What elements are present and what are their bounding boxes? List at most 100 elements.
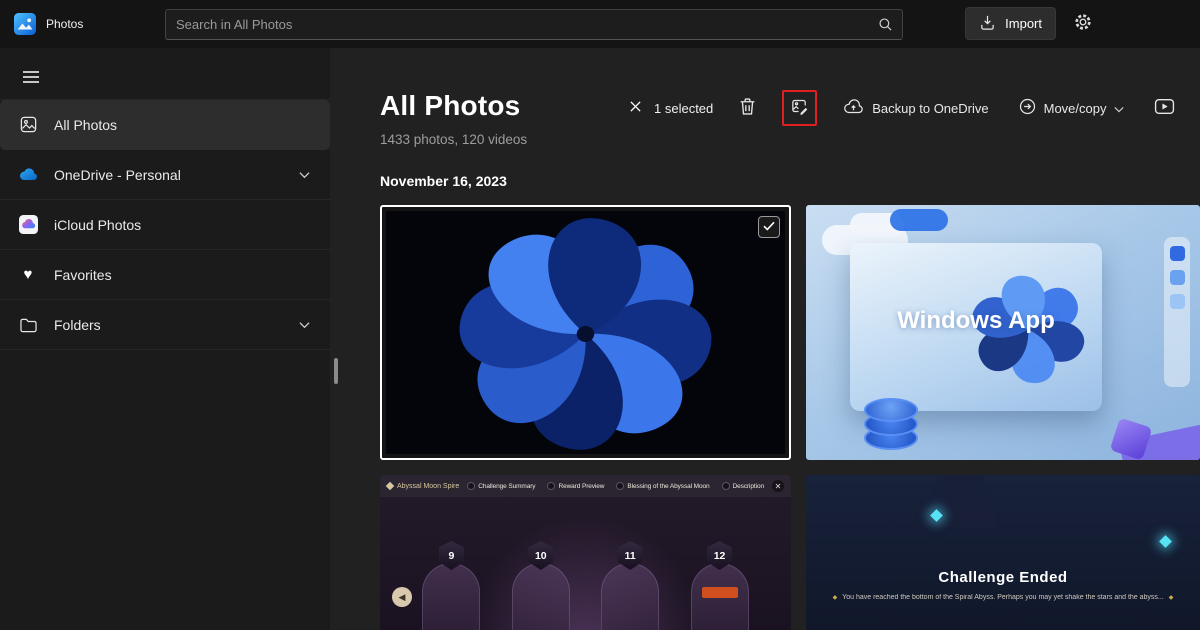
sidebar-item-label: All Photos	[54, 117, 117, 133]
orange-badge	[702, 587, 738, 598]
delete-button[interactable]	[735, 93, 760, 123]
sidebar-item-all-photos[interactable]: All Photos	[0, 100, 330, 150]
abyss-tab-label: Blessing of the Abyssal Moon	[627, 483, 709, 490]
selection-toolbar: 1 selected	[625, 90, 1200, 126]
floating-app-icons	[1164, 237, 1190, 387]
abyss-tab: Description	[722, 482, 764, 490]
floor-arch	[601, 563, 659, 630]
backup-onedrive-button[interactable]: Backup to OneDrive	[839, 95, 992, 122]
chevron-down-icon[interactable]	[299, 321, 310, 329]
abyss-title-label: Abyssal Moon Spire	[397, 483, 459, 490]
floor-arch	[422, 563, 480, 630]
abyss-floors: 9 10 11	[380, 541, 791, 630]
glowing-diamond-icon	[1159, 535, 1172, 548]
settings-button[interactable]	[1070, 9, 1096, 38]
selected-count-label: 1 selected	[654, 101, 713, 116]
coin-stack	[864, 398, 918, 422]
back-arrow-icon: ◀	[392, 587, 412, 607]
abyss-floor: 12	[688, 541, 752, 630]
main-header: All Photos 1433 photos, 120 videos 1 sel…	[330, 48, 1200, 147]
all-photos-icon	[18, 115, 38, 135]
floor-arch	[512, 563, 570, 630]
sidebar-item-onedrive[interactable]: OneDrive - Personal	[0, 150, 330, 200]
edit-image-icon	[790, 97, 809, 119]
abyss-tabs: Challenge Summary Reward Preview Blessin…	[467, 482, 764, 490]
abyss-floor: 10	[509, 541, 573, 630]
backup-label: Backup to OneDrive	[872, 101, 988, 116]
sidebar-item-label: Folders	[54, 317, 101, 333]
app-icon	[1170, 270, 1185, 285]
ornament-icon: ◆	[833, 595, 838, 601]
search-box[interactable]	[165, 9, 903, 40]
app-icon	[1170, 246, 1185, 261]
close-icon	[629, 100, 642, 116]
move-copy-button[interactable]: Move/copy	[1015, 94, 1129, 122]
abyss-tab-label: Description	[733, 483, 764, 490]
challenge-ended-description: ◆You have reached the bottom of the Spir…	[822, 594, 1184, 601]
photo-tile-abyss-screenshot[interactable]: Abyssal Moon Spire Challenge Summary Rew…	[380, 475, 791, 630]
abyss-tab: Challenge Summary	[467, 482, 535, 490]
title-bar: Photos Import	[0, 0, 1200, 48]
sidebar-item-icloud[interactable]: iCloud Photos	[0, 200, 330, 250]
heart-icon: ♥	[18, 265, 38, 285]
slideshow-icon	[1154, 98, 1175, 118]
photos-app-icon	[14, 13, 36, 35]
onedrive-icon	[18, 165, 38, 185]
edit-image-button[interactable]	[788, 95, 811, 121]
tower-silhouette	[901, 475, 1021, 527]
checkmark-icon	[763, 218, 775, 236]
ornament-icon: ◆	[1169, 595, 1174, 601]
tablet-screen: Windows App	[850, 243, 1102, 411]
abyss-tab: Blessing of the Abyssal Moon	[616, 482, 709, 490]
date-group-header: November 16, 2023	[380, 173, 1200, 189]
import-label: Import	[1005, 16, 1042, 31]
page-title: All Photos	[380, 90, 625, 122]
move-copy-label: Move/copy	[1044, 101, 1107, 116]
trash-icon	[739, 97, 756, 119]
abyss-tab: Reward Preview	[547, 482, 604, 490]
sidebar-nav-list: All Photos OneDrive - Personal	[0, 99, 330, 350]
slideshow-button[interactable]	[1150, 94, 1179, 122]
chevron-down-icon[interactable]	[299, 171, 310, 179]
main-content: All Photos 1433 photos, 120 videos 1 sel…	[330, 48, 1200, 630]
photo-thumbnail: Windows App	[806, 205, 1200, 460]
photo-tile-challenge-ended[interactable]: Challenge Ended ◆You have reached the bo…	[806, 475, 1200, 630]
import-button[interactable]: Import	[965, 7, 1056, 40]
hamburger-menu-button[interactable]	[16, 64, 46, 93]
abyss-floor: 11	[598, 541, 662, 630]
search-input[interactable]	[166, 10, 868, 39]
photo-thumbnail	[386, 211, 785, 454]
app-title: Photos	[46, 17, 83, 31]
import-icon	[979, 14, 996, 34]
sidebar-resize-handle[interactable]	[334, 358, 338, 384]
sidebar: All Photos OneDrive - Personal	[0, 48, 330, 630]
folder-icon	[18, 315, 38, 335]
photo-thumbnail: Challenge Ended ◆You have reached the bo…	[806, 475, 1200, 630]
title-block: All Photos 1433 photos, 120 videos	[380, 90, 625, 147]
close-icon: ✕	[772, 480, 784, 492]
selection-group: 1 selected	[625, 96, 713, 120]
diamond-icon	[386, 482, 394, 490]
sidebar-item-folders[interactable]: Folders	[0, 300, 330, 350]
sidebar-item-label: Favorites	[54, 267, 112, 283]
photos-app-window: Photos Import	[0, 0, 1200, 630]
photo-grid: Windows App	[380, 205, 1200, 630]
app-logo-area: Photos	[14, 0, 83, 48]
photo-tile-windows-app[interactable]: Windows App	[806, 205, 1200, 460]
search-icon[interactable]	[868, 17, 902, 32]
tab-dot-icon	[467, 482, 475, 490]
abyss-tab-label: Reward Preview	[558, 483, 604, 490]
gear-icon	[1074, 13, 1092, 34]
selected-checkbox[interactable]	[758, 216, 780, 238]
clear-selection-button[interactable]	[625, 96, 646, 120]
sidebar-item-favorites[interactable]: ♥ Favorites	[0, 250, 330, 300]
icloud-icon	[18, 215, 38, 235]
cloud-backup-icon	[843, 99, 864, 118]
topbar-actions: Import	[965, 7, 1096, 40]
tab-dot-icon	[722, 482, 730, 490]
abyss-tab-label: Challenge Summary	[478, 483, 535, 490]
abyss-title-group: Abyssal Moon Spire	[387, 483, 459, 490]
photo-tile-windows-bloom[interactable]	[380, 205, 791, 460]
library-count: 1433 photos, 120 videos	[380, 132, 625, 147]
windows-app-caption: Windows App	[850, 307, 1102, 335]
